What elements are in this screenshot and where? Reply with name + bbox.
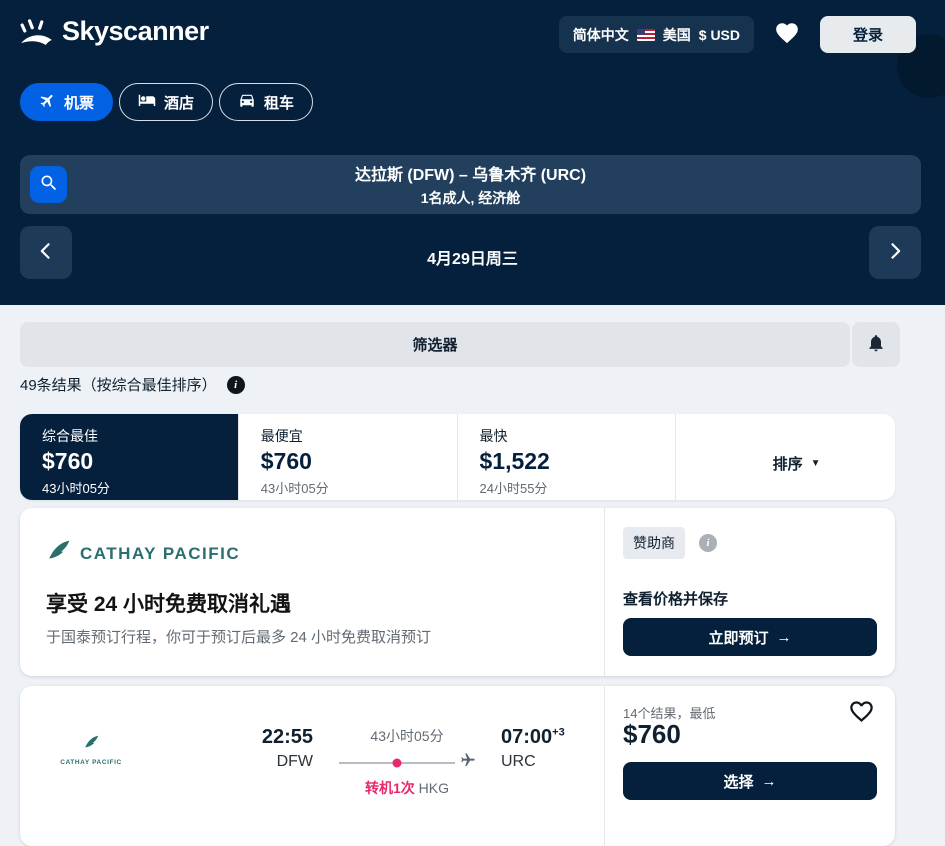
sponsored-card-actions: 赞助商 i 查看价格并保存 立即预订 → bbox=[605, 508, 895, 676]
leg-line bbox=[338, 758, 455, 767]
departure-time: 22:55 bbox=[261, 726, 313, 748]
locale-country: 美国 bbox=[662, 26, 691, 43]
sort-tab-label: 最便宜 bbox=[260, 428, 303, 444]
nav-flights[interactable]: 机票 bbox=[20, 83, 114, 121]
search-travelers: 1名成人, 经济舱 bbox=[420, 190, 521, 206]
airline-name: CATHAY PACIFIC bbox=[60, 759, 122, 766]
car-icon bbox=[238, 91, 256, 113]
price-alert-button[interactable] bbox=[852, 322, 900, 367]
flight-result-card[interactable]: CATHAY PACIFIC 22:55 DFW 43小时05分 转机1次 HK… bbox=[20, 686, 895, 846]
sort-tab-price: $760 bbox=[260, 448, 312, 474]
locale-currency: $ USD bbox=[698, 26, 740, 43]
sponsored-card-content: CATHAY PACIFIC 享受 24 小时免费取消礼遇 于国泰预订行程，你可… bbox=[20, 508, 605, 676]
sponsored-subtitle: 于国泰预订行程，你可于预订后最多 24 小时免费取消预订 bbox=[46, 629, 432, 646]
caret-down-icon: ▼ bbox=[810, 457, 821, 469]
sponsored-cta-caption: 查看价格并保存 bbox=[623, 591, 729, 608]
nav-car-rental[interactable]: 租车 bbox=[219, 83, 314, 121]
sponsored-badge-row: 赞助商 i bbox=[623, 527, 717, 559]
arrival-airport: URC bbox=[501, 753, 536, 770]
login-button[interactable]: 登录 bbox=[820, 16, 916, 53]
search-summary-bar[interactable]: 达拉斯 (DFW) – 乌鲁木齐 (URC) 1名成人, 经济舱 bbox=[20, 155, 921, 214]
sponsored-badge: 赞助商 bbox=[623, 527, 685, 559]
sort-tab-fastest[interactable]: 最快 $1,522 24小时55分 bbox=[458, 414, 677, 500]
sort-tab-label: 最快 bbox=[479, 428, 508, 444]
save-flight-heart-button[interactable] bbox=[848, 698, 875, 728]
filters-button[interactable]: 筛选器 bbox=[20, 322, 850, 367]
search-route: 达拉斯 (DFW) – 乌鲁木齐 (URC) bbox=[354, 167, 587, 184]
cathay-pacific-logo: CATHAY PACIFIC bbox=[46, 538, 240, 569]
nav-car-rental-label: 租车 bbox=[264, 94, 295, 112]
book-now-button[interactable]: 立即预订 → bbox=[623, 618, 877, 656]
arrival-block: 07:00+3 URC bbox=[501, 726, 565, 771]
sponsored-card: CATHAY PACIFIC 享受 24 小时免费取消礼遇 于国泰预订行程，你可… bbox=[20, 508, 895, 676]
locale-selector-button[interactable]: 简体中文 美国 $ USD bbox=[558, 16, 754, 53]
plane-right-icon bbox=[460, 752, 476, 773]
nav-hotels[interactable]: 酒店 bbox=[119, 83, 214, 121]
saved-heart-button[interactable] bbox=[774, 20, 800, 49]
skyscanner-sun-icon bbox=[20, 17, 54, 47]
next-day-button[interactable] bbox=[869, 226, 921, 279]
heart-icon bbox=[774, 20, 800, 49]
sort-tab-price: $1,522 bbox=[479, 448, 550, 474]
departure-block: 22:55 DFW bbox=[245, 726, 313, 771]
cathay-brushwing-icon bbox=[46, 538, 72, 569]
leg-line-row bbox=[327, 752, 487, 773]
arrival-day-offset: +3 bbox=[552, 726, 565, 739]
bed-icon bbox=[138, 91, 156, 113]
stop-dot-icon bbox=[392, 758, 401, 767]
heart-outline-icon bbox=[848, 701, 875, 728]
arrow-right-icon: → bbox=[761, 772, 777, 790]
stopover-airport: HKG bbox=[418, 780, 450, 796]
nav-hotels-label: 酒店 bbox=[164, 94, 195, 112]
locale-language: 简体中文 bbox=[572, 26, 629, 43]
skyscanner-logo[interactable]: Skyscanner bbox=[20, 16, 209, 47]
header: Skyscanner 简体中文 美国 $ USD 登录 机票 酒店 租车 达拉斯… bbox=[0, 0, 945, 305]
sort-tabs: 综合最佳 $760 43小时05分 最便宜 $760 43小时05分 最快 $1… bbox=[20, 414, 895, 500]
stops-count: 转机1次 bbox=[364, 780, 415, 796]
us-flag-icon bbox=[636, 28, 655, 41]
skyscanner-results-page: Skyscanner 简体中文 美国 $ USD 登录 机票 酒店 租车 达拉斯… bbox=[0, 0, 945, 846]
nav-flights-label: 机票 bbox=[64, 94, 95, 112]
sort-tab-duration: 24小时55分 bbox=[479, 481, 548, 496]
sort-tab-duration: 43小时05分 bbox=[260, 481, 329, 496]
results-summary-text: 49条结果（按综合最佳排序） bbox=[20, 377, 217, 394]
cathay-brushwing-icon bbox=[83, 734, 100, 756]
chevron-right-icon bbox=[885, 241, 905, 264]
stops-info: 转机1次 HKG bbox=[365, 778, 449, 798]
sort-tab-label: 综合最佳 bbox=[42, 428, 98, 444]
book-now-label: 立即预订 bbox=[708, 629, 769, 647]
arrow-right-icon: → bbox=[776, 628, 792, 646]
select-flight-button[interactable]: 选择 → bbox=[623, 762, 877, 800]
flight-itinerary-pane: CATHAY PACIFIC 22:55 DFW 43小时05分 转机1次 HK… bbox=[20, 686, 605, 846]
sort-tab-best[interactable]: 综合最佳 $760 43小时05分 bbox=[20, 414, 239, 500]
sort-tab-cheapest[interactable]: 最便宜 $760 43小时05分 bbox=[239, 414, 458, 500]
sponsored-info-icon[interactable]: i bbox=[699, 534, 717, 552]
plane-icon bbox=[39, 92, 56, 113]
departure-airport: DFW bbox=[276, 753, 313, 770]
sponsored-title: 享受 24 小时免费取消礼遇 bbox=[46, 593, 292, 616]
info-icon[interactable]: i bbox=[226, 375, 245, 394]
leg-duration: 43小时05分 bbox=[370, 728, 444, 744]
cathay-pacific-logo-small: CATHAY PACIFIC bbox=[58, 734, 124, 766]
select-label: 选择 bbox=[723, 773, 754, 791]
itinerary: 22:55 DFW 43小时05分 转机1次 HKG 07:00+3 URC bbox=[245, 726, 565, 798]
sort-tab-price: $760 bbox=[42, 448, 94, 474]
flight-price-pane: 14个结果，最低 $760 选择 → bbox=[605, 686, 895, 846]
sort-dropdown[interactable]: 排序 ▼ bbox=[676, 414, 895, 500]
current-date-label: 4月29日周三 bbox=[427, 251, 518, 268]
product-nav: 机票 酒店 租车 bbox=[20, 83, 314, 121]
header-controls: 简体中文 美国 $ USD 登录 bbox=[558, 16, 916, 53]
arrival-time: 07:00+3 bbox=[501, 726, 565, 748]
brand-name: Skyscanner bbox=[62, 16, 209, 46]
sort-tab-duration: 43小时05分 bbox=[42, 481, 110, 496]
flight-price: $760 bbox=[623, 719, 681, 749]
results-summary: 49条结果（按综合最佳排序） i bbox=[20, 374, 245, 395]
bell-icon bbox=[866, 333, 886, 356]
cathay-pacific-wordmark: CATHAY PACIFIC bbox=[80, 543, 241, 563]
sort-dropdown-label: 排序 bbox=[772, 455, 803, 473]
leg-middle: 43小时05分 转机1次 HKG bbox=[327, 726, 487, 798]
search-summary: 达拉斯 (DFW) – 乌鲁木齐 (URC) 1名成人, 经济舱 bbox=[20, 155, 921, 214]
